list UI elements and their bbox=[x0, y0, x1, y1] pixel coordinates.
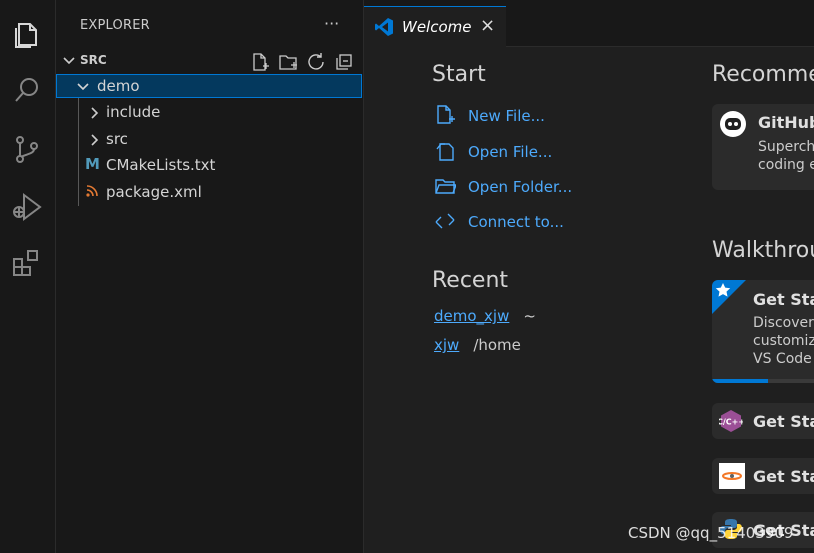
recommended-card-desc: Superch bbox=[758, 139, 814, 155]
walkthrough-progress-track bbox=[712, 379, 814, 383]
chevron-down-icon bbox=[63, 57, 75, 65]
new-folder-icon[interactable] bbox=[278, 52, 298, 72]
tree-item-label: demo bbox=[97, 77, 140, 95]
chevron-right-icon bbox=[91, 107, 99, 119]
start-item-label: Open File... bbox=[468, 143, 553, 161]
tree-item-demo[interactable]: demo bbox=[56, 74, 362, 98]
svg-text:C/C++: C/C++ bbox=[719, 418, 743, 427]
watermark-text: CSDN @qq_51403909 bbox=[628, 524, 794, 542]
recent-item-link[interactable]: demo_xjw bbox=[434, 307, 509, 325]
walkthrough-card[interactable]: Get Star bbox=[712, 458, 814, 494]
section-label: SRC bbox=[80, 53, 107, 67]
recent-item: xjw/home bbox=[434, 336, 521, 354]
walkthrough-desc: VS Code bbox=[753, 351, 812, 367]
tree-item-label: CMakeLists.txt bbox=[106, 156, 216, 174]
open-folder-icon bbox=[435, 179, 456, 194]
editor-tab-bar: Welcome × bbox=[364, 0, 814, 47]
close-icon[interactable]: × bbox=[480, 15, 495, 36]
walkthrough-title: Get Star bbox=[753, 412, 814, 431]
cpp-icon: C/C++ bbox=[719, 410, 743, 432]
refresh-icon[interactable] bbox=[306, 52, 326, 72]
tree-item-label: include bbox=[106, 103, 161, 121]
start-item-label: Connect to... bbox=[468, 213, 564, 231]
walkthrough-title: Get Star bbox=[753, 467, 814, 486]
folder-section-header[interactable]: SRC bbox=[56, 50, 363, 72]
recommended-card-title: GitHub bbox=[758, 113, 814, 132]
source-control-icon[interactable] bbox=[10, 132, 44, 166]
tab-label: Welcome bbox=[402, 18, 472, 36]
recommended-heading: Recomme bbox=[712, 62, 814, 87]
chevron-right-icon bbox=[91, 134, 99, 146]
tree-item-src[interactable]: src bbox=[56, 127, 362, 151]
new-file-icon[interactable] bbox=[250, 52, 270, 72]
collapse-all-icon[interactable] bbox=[334, 52, 354, 72]
run-debug-icon[interactable] bbox=[10, 190, 44, 224]
tree-item-package-xml[interactable]: package.xml bbox=[56, 180, 362, 204]
activity-bar bbox=[0, 0, 56, 553]
chevron-down-icon bbox=[77, 83, 89, 91]
remote-connect-icon bbox=[435, 213, 455, 229]
explorer-title: EXPLORER bbox=[80, 18, 150, 33]
jupyter-icon bbox=[719, 463, 745, 489]
walkthrough-card[interactable]: C/C++ Get Star bbox=[712, 403, 814, 439]
recent-item-path: ~ bbox=[523, 307, 536, 325]
recommended-card[interactable]: GitHub Superch coding e bbox=[712, 104, 814, 190]
tree-item-cmakelists[interactable]: M CMakeLists.txt bbox=[56, 153, 362, 177]
recent-item: demo_xjw ~ bbox=[434, 307, 536, 325]
featured-star-icon bbox=[712, 280, 746, 314]
open-file-icon bbox=[436, 143, 454, 161]
walkthrough-desc: Discover bbox=[753, 315, 814, 331]
start-item-label: Open Folder... bbox=[468, 178, 573, 196]
walkthrough-card[interactable]: Get Star Discover customiz VS Code bbox=[712, 280, 814, 383]
extensions-icon[interactable] bbox=[10, 246, 44, 280]
search-icon[interactable] bbox=[10, 74, 44, 108]
tree-item-label: package.xml bbox=[106, 183, 202, 201]
xml-rss-icon bbox=[86, 185, 98, 197]
walkthrough-desc: customiz bbox=[753, 333, 814, 349]
start-heading: Start bbox=[432, 62, 486, 87]
tree-item-label: src bbox=[106, 130, 128, 148]
new-file-icon bbox=[437, 105, 455, 124]
recent-heading: Recent bbox=[432, 268, 509, 293]
explorer-icon[interactable] bbox=[10, 16, 44, 50]
vscode-logo-icon bbox=[375, 18, 393, 36]
recommended-card-desc: coding e bbox=[758, 157, 814, 173]
more-actions-icon[interactable]: ··· bbox=[324, 14, 339, 33]
start-item-label: New File... bbox=[468, 107, 545, 125]
walkthroughs-heading: Walkthrou bbox=[712, 238, 814, 263]
tree-item-include[interactable]: include bbox=[56, 100, 362, 124]
recent-item-path: /home bbox=[473, 336, 521, 354]
github-copilot-icon bbox=[720, 111, 746, 137]
walkthrough-progress-fill bbox=[712, 379, 769, 383]
explorer-sidebar: EXPLORER ··· SRC demo include src M CMak… bbox=[56, 0, 364, 553]
walkthrough-title: Get Star bbox=[753, 290, 814, 309]
tab-welcome[interactable]: Welcome × bbox=[364, 6, 506, 47]
recent-item-link[interactable]: xjw bbox=[434, 336, 459, 354]
cmake-icon: M bbox=[85, 155, 100, 173]
